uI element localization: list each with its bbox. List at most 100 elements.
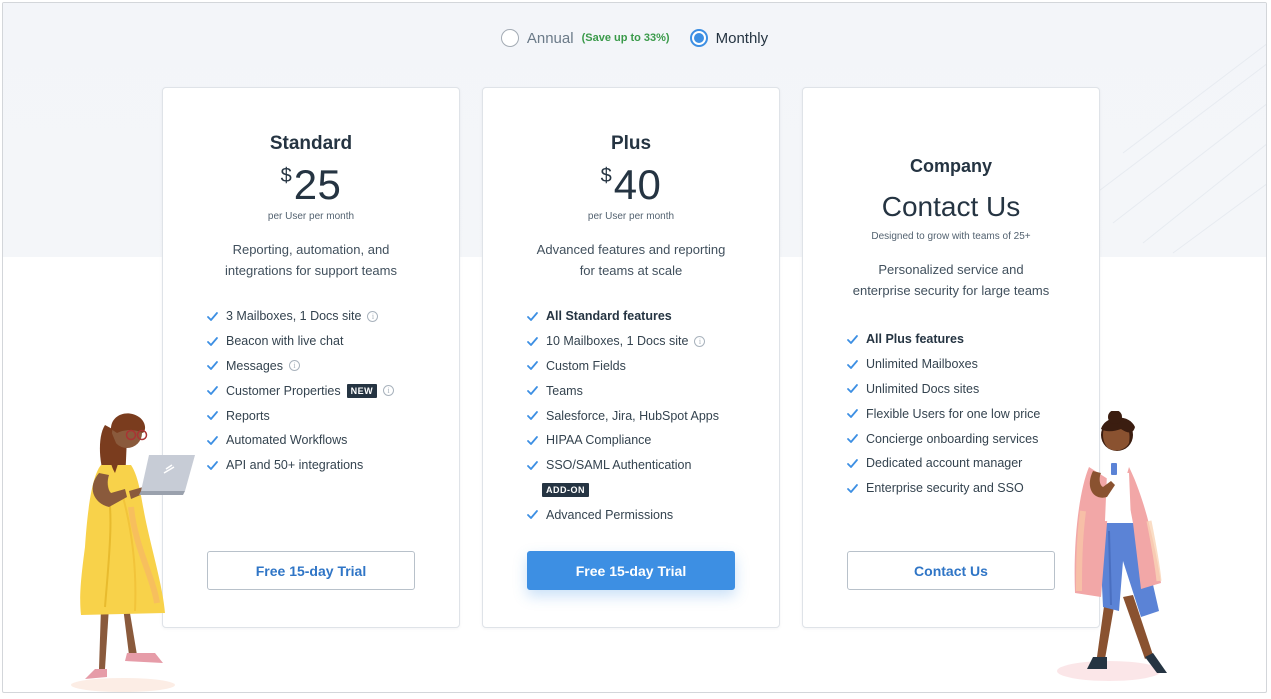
contact-headline: Contact Us [881, 191, 1021, 222]
feature-item: Unlimited Mailboxes [846, 352, 1040, 377]
check-icon [527, 435, 538, 445]
feature-item: Custom Fields [526, 354, 719, 379]
plan-description: Personalized service and enterprise secu… [803, 259, 1099, 301]
price-period: per User per month [267, 211, 355, 222]
info-icon[interactable]: i [288, 360, 300, 372]
free-trial-button-standard[interactable]: Free 15-day Trial [207, 551, 415, 590]
feature-label: Reports [226, 408, 270, 423]
feature-label: Flexible Users for one low price [866, 406, 1041, 421]
plan-description: Reporting, automation, and integrations … [163, 239, 459, 281]
currency-symbol: $ [280, 165, 292, 187]
monthly-label[interactable]: Monthly [716, 30, 769, 47]
feature-item: SSO/SAML Authentication [526, 453, 719, 478]
currency-symbol: $ [600, 165, 612, 187]
check-icon [527, 386, 538, 396]
feature-label: HIPAA Compliance [546, 433, 652, 448]
check-icon [847, 458, 858, 468]
addon-row: ADD-ON [526, 478, 719, 503]
feature-item: HIPAA Compliance [526, 428, 719, 453]
annual-radio[interactable] [500, 29, 519, 47]
feature-label: SSO/SAML Authentication [546, 458, 692, 473]
description-line: for teams at scale [579, 263, 683, 278]
annual-option[interactable]: Annual (Save up to 33%) [500, 29, 690, 47]
feature-item: Messages i [206, 354, 394, 379]
plan-name: Standard [269, 133, 353, 154]
plan-price: $40 [483, 161, 779, 209]
check-icon [207, 435, 218, 445]
feature-list: All Standard features 10 Mailboxes, 1 Do… [526, 304, 719, 527]
monthly-radio[interactable] [689, 29, 708, 47]
feature-item: Advanced Permissions [526, 502, 719, 527]
feature-item: Customer Properties NEW i [206, 378, 395, 403]
description-line: Advanced features and reporting [536, 242, 726, 257]
feature-item: Automated Workflows [206, 428, 394, 453]
feature-label: Custom Fields [546, 358, 626, 373]
info-icon[interactable]: i [367, 310, 379, 322]
feature-item: Concierge onboarding services [846, 426, 1040, 451]
feature-label: Unlimited Docs sites [866, 381, 980, 396]
team-size-note: Designed to grow with teams of 25+ [871, 231, 1031, 242]
plan-price: $25 [163, 161, 459, 209]
feature-label: 10 Mailboxes, 1 Docs site [546, 334, 689, 349]
feature-label: 3 Mailboxes, 1 Docs site [226, 309, 362, 324]
woman-in-coat-illustration [1057, 411, 1167, 681]
check-icon [847, 434, 858, 443]
feature-item: API and 50+ integrations [206, 453, 394, 478]
feature-label: Messages [226, 358, 283, 373]
feature-label: All Standard features [546, 309, 672, 324]
monthly-option[interactable]: Monthly [689, 29, 769, 47]
plan-name: Plus [610, 133, 652, 154]
feature-label: Dedicated account manager [866, 456, 1023, 471]
feature-item: 3 Mailboxes, 1 Docs site i [206, 304, 394, 329]
feature-item: Enterprise security and SSO [846, 476, 1040, 501]
feature-item: Dedicated account manager [846, 451, 1040, 476]
price-amount: 25 [293, 161, 342, 208]
feature-label: All Plus features [866, 332, 964, 347]
feature-item: All Standard features [526, 304, 719, 329]
feature-label: Teams [546, 383, 583, 398]
free-trial-button-plus[interactable]: Free 15-day Trial [527, 551, 735, 590]
annual-label[interactable]: Annual [527, 30, 574, 47]
check-icon [207, 311, 218, 321]
plan-description: Advanced features and reporting for team… [483, 239, 779, 281]
feature-list: All Plus features Unlimited Mailboxes Un… [846, 327, 1040, 501]
check-icon [527, 460, 538, 470]
check-icon [527, 411, 538, 420]
feature-item: Flexible Users for one low price [846, 401, 1040, 426]
feature-label: Salesforce, Jira, HubSpot Apps [546, 408, 720, 423]
check-icon [207, 411, 218, 420]
check-icon [847, 334, 858, 344]
description-line: enterprise security for large teams [852, 283, 1050, 298]
feature-label: Automated Workflows [226, 433, 348, 448]
feature-label: Beacon with live chat [226, 334, 344, 349]
new-badge: NEW [346, 383, 378, 398]
check-icon [847, 384, 858, 394]
save-note: (Save up to 33%) [581, 32, 670, 44]
feature-item: Beacon with live chat [206, 329, 394, 354]
info-icon[interactable]: i [694, 335, 706, 347]
feature-label: Enterprise security and SSO [866, 481, 1024, 496]
check-icon [527, 336, 538, 346]
check-icon [207, 336, 218, 346]
pricing-page: Annual (Save up to 33%) Monthly Standard… [2, 2, 1267, 693]
feature-item: Reports [206, 403, 394, 428]
billing-toggle: Annual (Save up to 33%) Monthly [3, 29, 1266, 47]
price-amount: 40 [613, 161, 662, 208]
check-icon [207, 460, 218, 470]
feature-label: Advanced Permissions [546, 507, 674, 522]
feature-label: Unlimited Mailboxes [866, 357, 978, 372]
info-icon[interactable]: i [383, 385, 395, 397]
feature-list: 3 Mailboxes, 1 Docs site i Beacon with l… [206, 304, 395, 478]
check-icon [207, 386, 218, 396]
plan-card-plus: Plus $40 per User per month Advanced fea… [482, 87, 780, 628]
description-line: integrations for support teams [225, 263, 397, 278]
contact-us-button[interactable]: Contact Us [847, 551, 1055, 590]
feature-label: Customer Properties [226, 383, 341, 398]
plan-card-standard: Standard $25 per User per month Reportin… [162, 87, 460, 628]
addon-badge: ADD-ON [542, 482, 589, 497]
check-icon [207, 361, 218, 371]
plan-name: Company [909, 156, 992, 176]
check-icon [847, 409, 858, 419]
feature-label: Concierge onboarding services [866, 431, 1039, 446]
price-period: per User per month [587, 211, 675, 222]
